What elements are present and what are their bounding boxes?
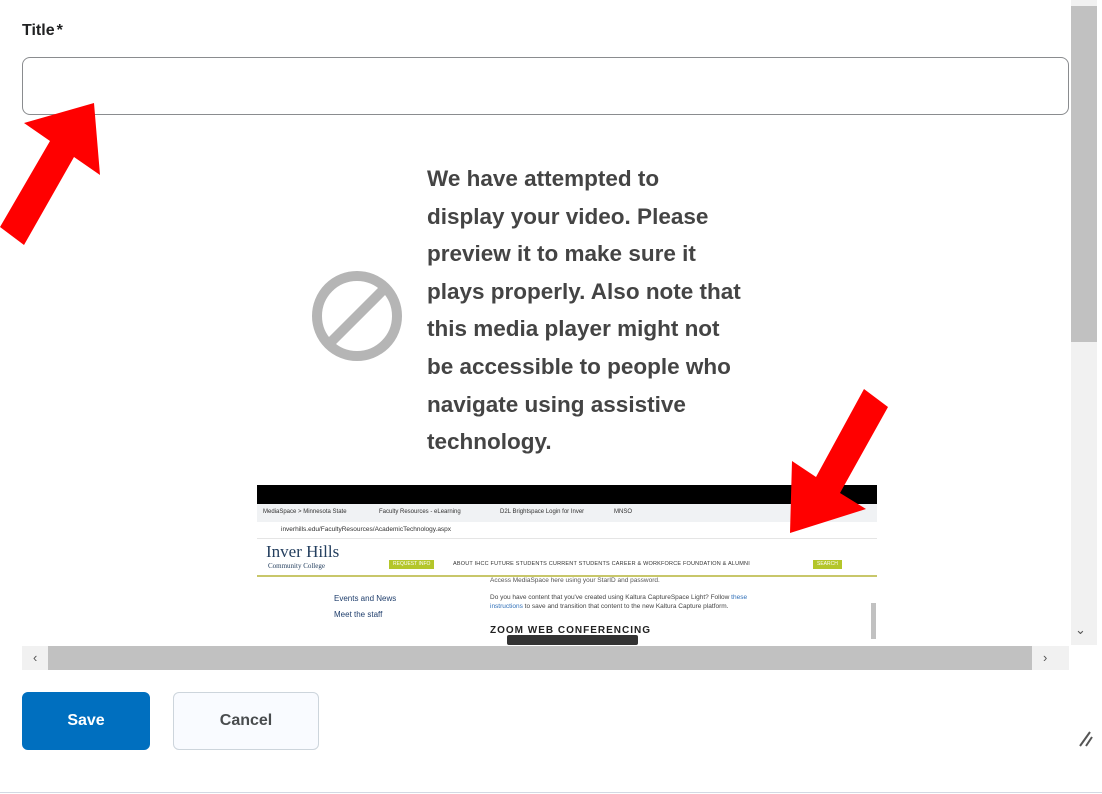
title-label-text: Title <box>22 22 55 39</box>
red-arrow-icon <box>790 389 888 533</box>
site-header: Inver Hills Community College REQUEST IN… <box>257 539 877 577</box>
vertical-scroll-thumb[interactable] <box>1071 6 1097 342</box>
horizontal-scroll-thumb[interactable] <box>48 646 1032 670</box>
message-line: We have attempted to <box>427 166 660 191</box>
page-link: instructions <box>490 603 523 610</box>
scroll-left-icon[interactable]: ‹ <box>33 650 37 665</box>
address-url: inverhills.edu/FacultyResources/Academic… <box>281 526 452 533</box>
message-line: preview it to make sure it <box>427 241 696 267</box>
bottom-divider <box>0 792 1102 793</box>
title-label: Title * <box>22 22 63 40</box>
side-link: Events and News <box>334 594 397 603</box>
scroll-down-icon[interactable]: ⌄ <box>1075 622 1086 638</box>
cancel-button[interactable]: Cancel <box>173 692 319 750</box>
request-info-button: REQUEST INFO <box>389 560 435 569</box>
page-link: these <box>731 594 748 601</box>
site-logo: Inver Hills <box>266 542 340 561</box>
red-arrow-icon <box>0 103 100 245</box>
save-button[interactable]: Save <box>22 692 150 750</box>
video-fallback-message: We have attempted to display your video.… <box>427 160 787 461</box>
required-mark: * <box>56 22 63 39</box>
site-menu: ABOUT IHCC FUTURE STUDENTS CURRENT STUDE… <box>453 561 750 567</box>
site-logo-subtitle: Community College <box>268 562 325 570</box>
title-input[interactable] <box>22 57 1069 115</box>
site-search-button: SEARCH <box>813 560 842 569</box>
browser-tab: MNSO <box>614 509 632 515</box>
message-line: be accessible to people who <box>427 353 731 379</box>
side-link: Meet the staff <box>334 610 383 619</box>
video-control-overlay <box>507 635 638 645</box>
browser-tab: D2L Brightspace Login for Inver <box>500 509 585 515</box>
browser-tab: Faculty Resources - eLearning <box>379 509 461 515</box>
message-line: display your video. Please <box>427 203 709 229</box>
message-line: navigate using assistive <box>427 391 686 417</box>
browser-tab: MediaSpace > Minnesota State <box>263 509 347 515</box>
page-scrollbar <box>871 603 876 639</box>
blocked-icon <box>312 271 402 361</box>
page-text-part: Do you have content that you've created … <box>490 594 732 601</box>
message-line: this media player might not <box>427 316 720 342</box>
message-line: plays properly. Also note that <box>427 278 741 304</box>
page-text: instructions to save and transition that… <box>490 603 728 610</box>
page-text: Do you have content that you've created … <box>490 594 747 601</box>
page-text-part: to save and transition that content to t… <box>522 603 729 610</box>
scroll-right-icon[interactable]: › <box>1043 650 1047 665</box>
resize-handle-icon[interactable] <box>1074 728 1094 748</box>
page-text: Access MediaSpace here using your StarID… <box>490 577 660 584</box>
message-line: technology. <box>427 429 552 455</box>
